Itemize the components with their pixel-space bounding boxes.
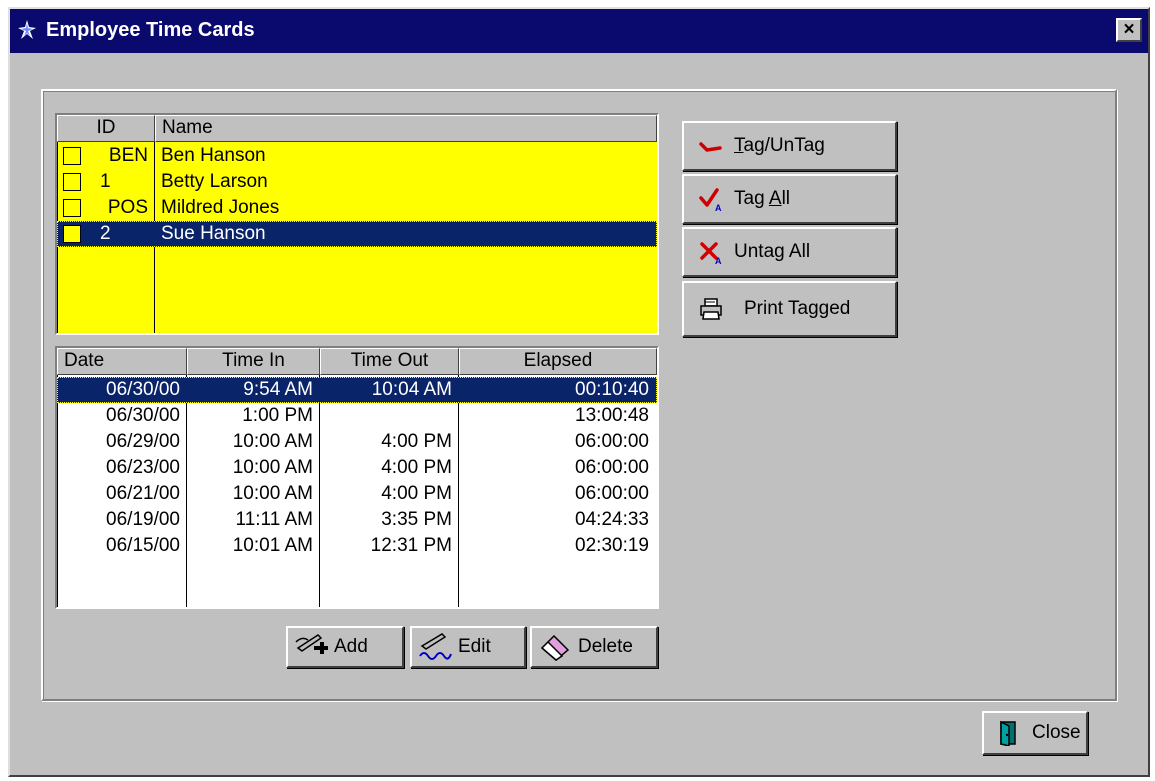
eraser-icon <box>540 634 570 661</box>
delete-label: Delete <box>578 636 633 657</box>
employee-id: BEN <box>108 145 148 166</box>
tag-all-label: Tag All <box>734 188 791 209</box>
delete-button[interactable]: Delete <box>530 626 658 668</box>
pen-edit-icon <box>419 633 452 660</box>
date-cell: 06/30/00 <box>106 379 180 400</box>
time-card-row[interactable]: 06/19/00 11:11 AM 3:35 PM 04:24:33 <box>57 507 657 533</box>
date-cell: 06/30/00 <box>106 405 180 426</box>
employee-name: Ben Hanson <box>161 145 266 166</box>
elapsed-cell: 00:10:40 <box>575 379 649 400</box>
tag-checkbox[interactable] <box>63 225 81 243</box>
time-in-cell: 1:00 PM <box>242 405 313 426</box>
time-out-cell: 4:00 PM <box>381 431 452 452</box>
elapsed-cell: 02:30:19 <box>575 535 649 556</box>
svg-text:A: A <box>715 203 722 212</box>
close-label: Close <box>1032 722 1081 743</box>
employee-id: 1 <box>100 171 111 192</box>
column-header-elapsed[interactable]: Elapsed <box>459 348 657 375</box>
date-cell: 06/23/00 <box>106 457 180 478</box>
elapsed-cell: 13:00:48 <box>575 405 649 426</box>
time-in-cell: 11:11 AM <box>235 509 313 530</box>
time-card-row[interactable]: 06/29/00 10:00 AM 4:00 PM 06:00:00 <box>57 429 657 455</box>
time-in-cell: 10:00 AM <box>232 483 313 504</box>
tag-untag-button[interactable]: Tag/UnTag <box>682 121 897 171</box>
door-icon <box>1000 720 1016 746</box>
employee-name: Betty Larson <box>161 171 268 192</box>
employee-row[interactable]: 1 Betty Larson <box>57 169 657 195</box>
date-cell: 06/19/00 <box>106 509 180 530</box>
time-out-cell: 4:00 PM <box>381 457 452 478</box>
date-cell: 06/21/00 <box>106 483 180 504</box>
column-header-name[interactable]: Name <box>155 115 657 142</box>
time-in-cell: 10:00 AM <box>232 457 313 478</box>
printer-icon <box>700 298 722 320</box>
time-out-cell: 10:04 AM <box>371 379 452 400</box>
elapsed-cell: 06:00:00 <box>575 483 649 504</box>
employee-name: Sue Hanson <box>161 223 266 244</box>
tag-untag-label: Tag/UnTag <box>734 135 825 156</box>
time-card-row-selected[interactable]: 06/30/00 9:54 AM 10:04 AM 00:10:40 <box>57 377 657 403</box>
print-tagged-button[interactable]: Print Tagged <box>682 281 897 337</box>
time-in-cell: 10:00 AM <box>232 431 313 452</box>
edit-button[interactable]: Edit <box>410 626 526 668</box>
close-x-icon: × <box>1123 19 1135 40</box>
employee-name: Mildred Jones <box>161 197 280 218</box>
employee-id: POS <box>107 197 148 218</box>
time-card-row[interactable]: 06/23/00 10:00 AM 4:00 PM 06:00:00 <box>57 455 657 481</box>
window-title: Employee Time Cards <box>46 19 255 41</box>
date-cell: 06/29/00 <box>106 431 180 452</box>
red-check-icon <box>699 142 722 152</box>
column-header-date[interactable]: Date <box>57 348 187 375</box>
elapsed-cell: 06:00:00 <box>575 431 649 452</box>
add-label: Add <box>334 636 368 657</box>
edit-label: Edit <box>458 636 491 657</box>
employee-row-selected[interactable]: 2 Sue Hanson <box>57 221 657 247</box>
elapsed-cell: 04:24:33 <box>575 509 649 530</box>
tag-checkbox[interactable] <box>63 199 81 217</box>
check-all-icon: A <box>699 188 722 212</box>
column-header-time-out[interactable]: Time Out <box>320 348 459 375</box>
title-bar[interactable]: Employee Time Cards × <box>10 9 1148 53</box>
tag-checkbox[interactable] <box>63 173 81 191</box>
app-icon <box>18 20 36 39</box>
employee-row[interactable]: POS Mildred Jones <box>57 195 657 221</box>
tag-checkbox[interactable] <box>63 147 81 165</box>
svg-text:A: A <box>715 256 722 265</box>
x-all-icon: A <box>700 242 722 265</box>
untag-all-label: Untag All <box>734 241 811 262</box>
time-out-cell: 12:31 PM <box>370 535 452 556</box>
time-card-row[interactable]: 06/21/00 10:00 AM 4:00 PM 06:00:00 <box>57 481 657 507</box>
time-in-cell: 9:54 AM <box>243 379 313 400</box>
employee-list[interactable]: ID Name BEN Ben Hanson 1 Betty Larson PO… <box>55 113 659 335</box>
time-out-cell: 3:35 PM <box>381 509 452 530</box>
employee-id: 2 <box>100 223 111 244</box>
column-header-time-in[interactable]: Time In <box>187 348 320 375</box>
time-in-cell: 10:01 AM <box>232 535 313 556</box>
print-tagged-label: Print Tagged <box>744 298 851 319</box>
time-card-row[interactable]: 06/30/00 1:00 PM 13:00:48 <box>57 403 657 429</box>
tag-all-button[interactable]: A Tag All <box>682 174 897 224</box>
add-button[interactable]: Add <box>286 626 404 668</box>
employee-row[interactable]: BEN Ben Hanson <box>57 143 657 169</box>
elapsed-cell: 06:00:00 <box>575 457 649 478</box>
time-out-cell <box>320 403 458 429</box>
column-header-id[interactable]: ID <box>57 115 155 142</box>
title-close-button[interactable]: × <box>1116 18 1142 42</box>
pen-plus-icon <box>295 634 328 654</box>
close-button[interactable]: Close <box>982 711 1088 755</box>
untag-all-button[interactable]: A Untag All <box>682 227 897 277</box>
time-card-list[interactable]: Date Time In Time Out Elapsed 06/30/00 9… <box>55 346 659 609</box>
date-cell: 06/15/00 <box>106 535 180 556</box>
time-out-cell: 4:00 PM <box>381 483 452 504</box>
time-card-row[interactable]: 06/15/00 10:01 AM 12:31 PM 02:30:19 <box>57 533 657 559</box>
